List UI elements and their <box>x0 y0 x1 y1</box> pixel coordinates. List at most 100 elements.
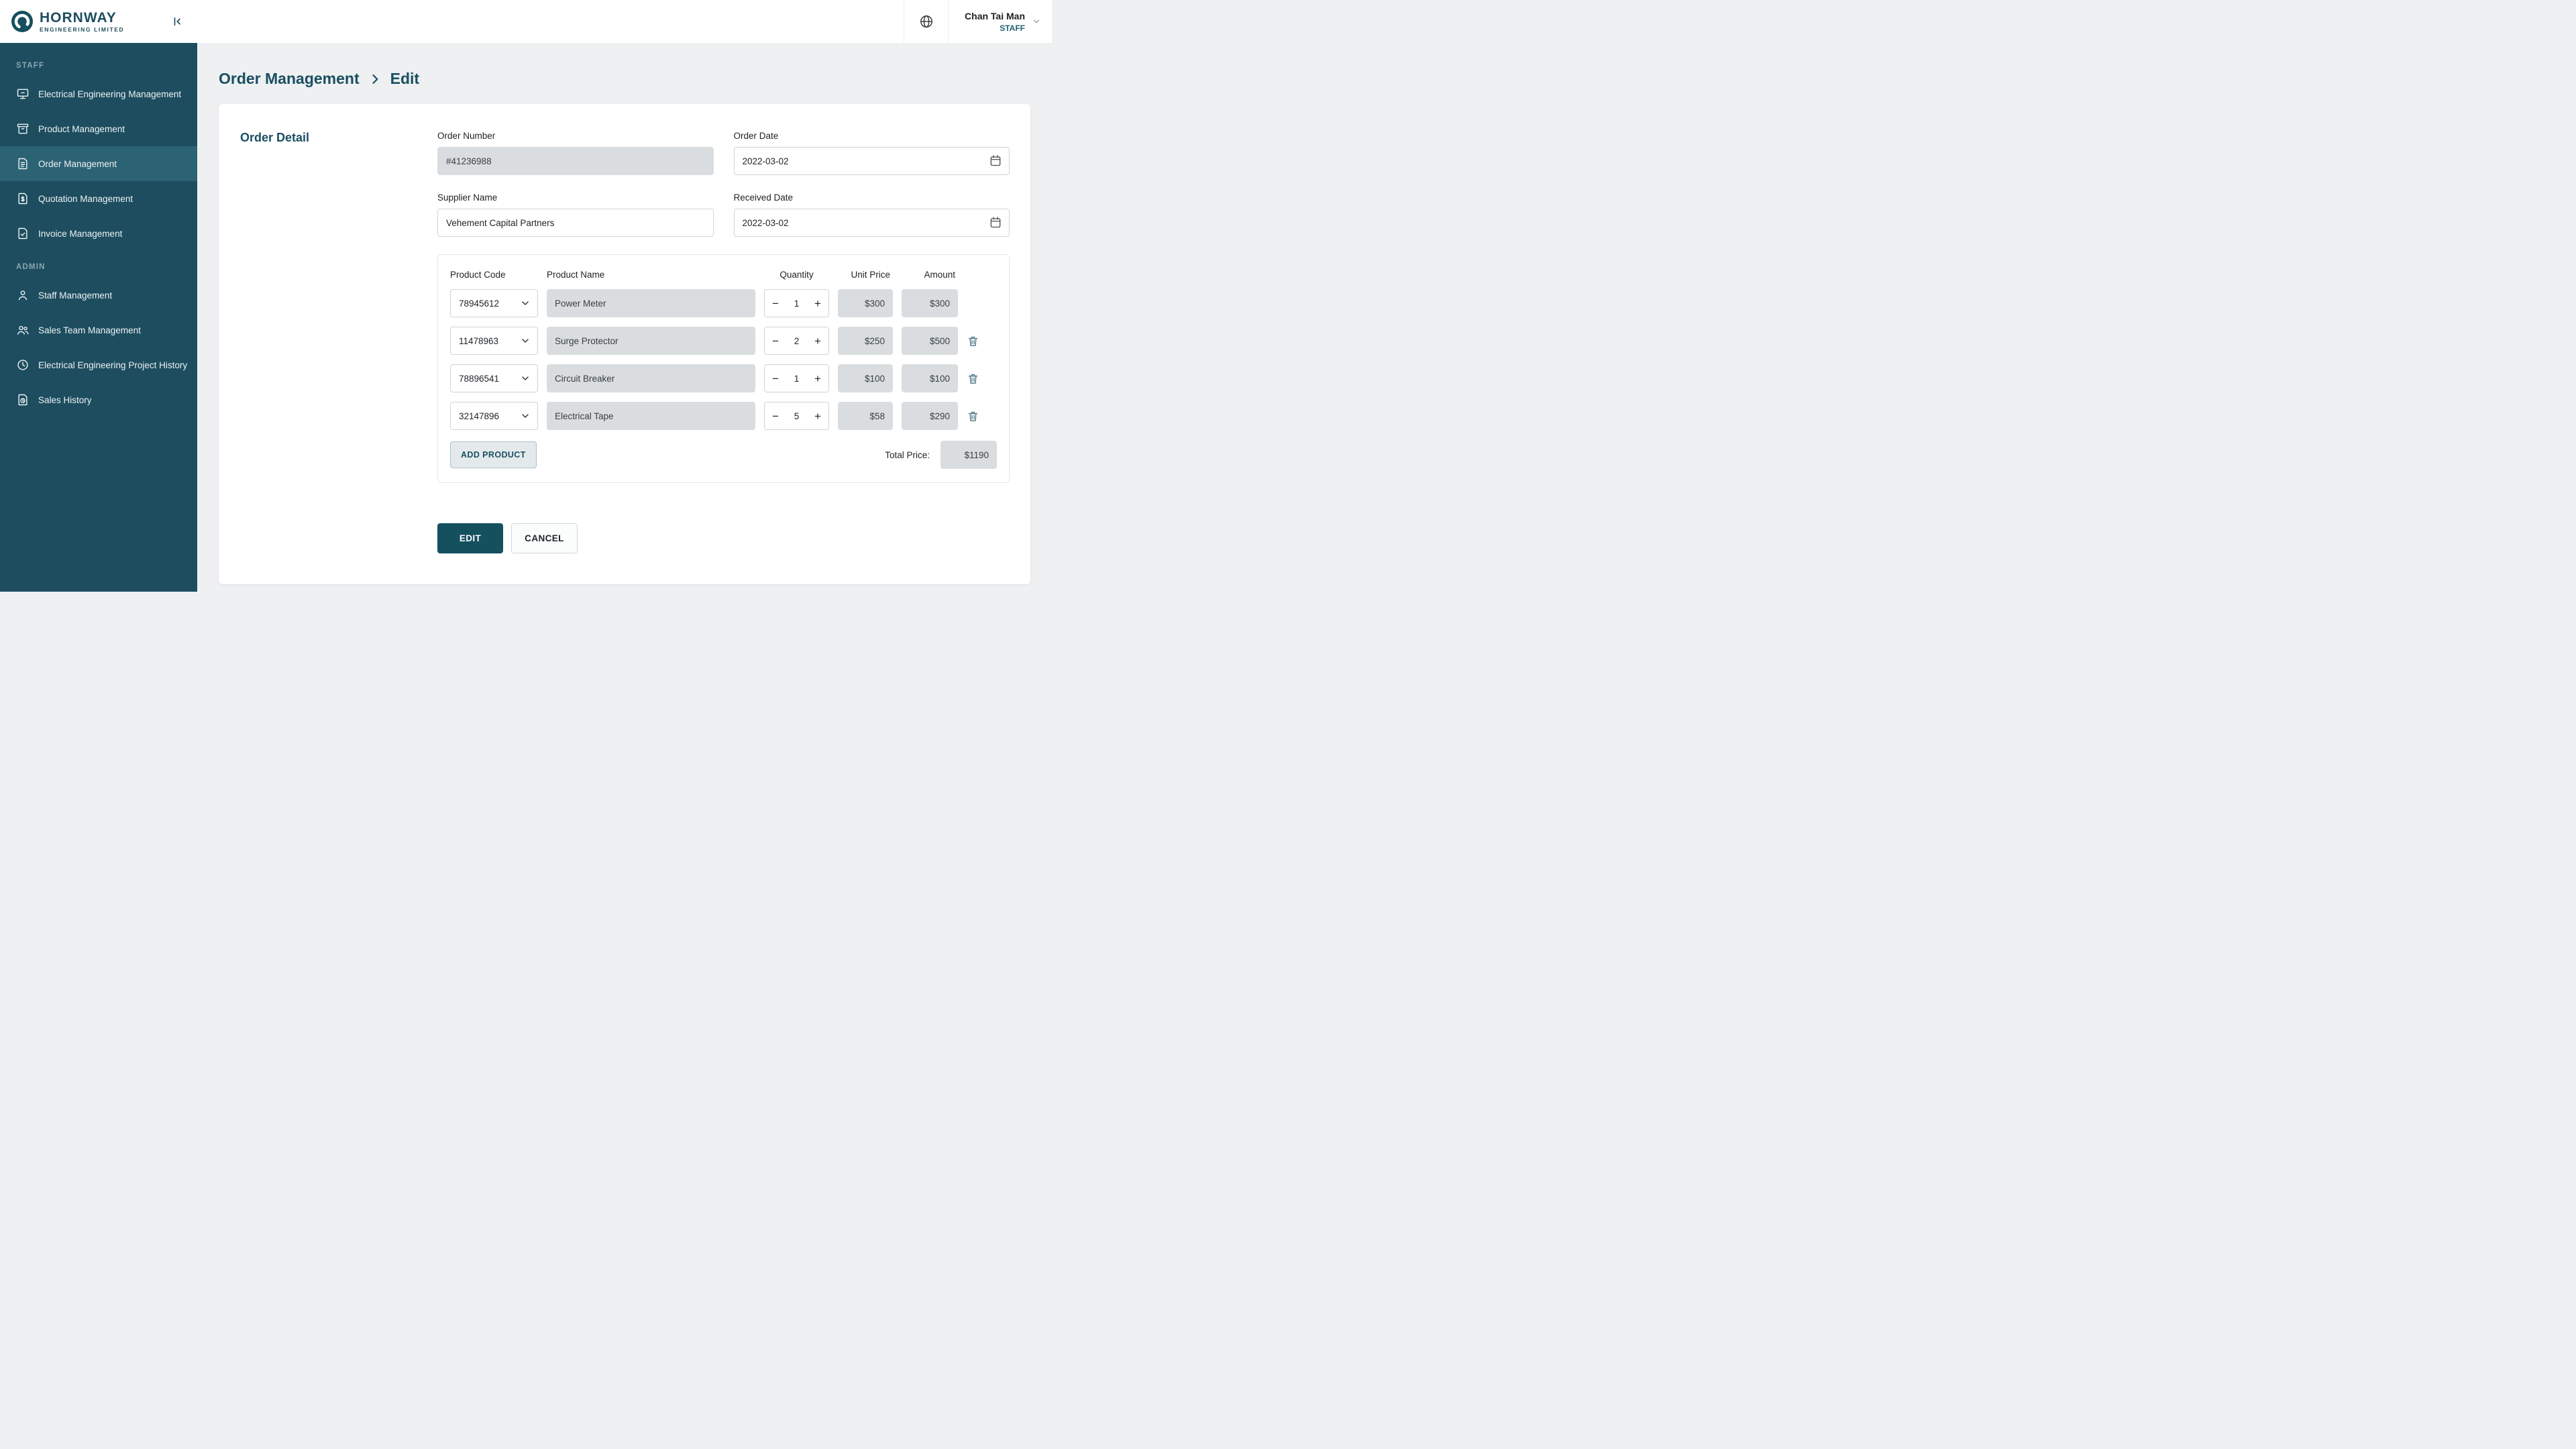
logo-area: HORNWAY ENGINEERING LIMITED <box>0 0 197 43</box>
quantity-increase-button[interactable]: + <box>814 335 821 347</box>
invoice-icon <box>16 227 30 240</box>
sidebar-item-sales-team-management[interactable]: Sales Team Management <box>0 313 197 347</box>
brand-logo: HORNWAY ENGINEERING LIMITED <box>11 10 124 33</box>
chevron-down-icon <box>520 411 531 421</box>
header-unit-price: Unit Price <box>851 270 890 280</box>
sidebar-item-electrical-engineering-project-history[interactable]: Electrical Engineering Project History <box>0 347 197 382</box>
products-header-row: Product Code Product Name Quantity Unit … <box>450 270 997 280</box>
product-name-readonly: Surge Protector <box>547 327 755 355</box>
sales-team-icon <box>16 323 30 337</box>
supplier-name-field: Supplier Name <box>437 193 714 237</box>
sidebar-section-admin: ADMIN <box>16 263 46 271</box>
delete-row-button[interactable] <box>967 335 983 347</box>
product-code-value: 78945612 <box>459 298 500 309</box>
user-role: STAFF <box>1000 23 1025 33</box>
product-row: 11478963 Surge Protector − 2 + $250 $500 <box>450 327 997 355</box>
sidebar-collapse-button[interactable] <box>170 14 185 29</box>
product-code-value: 32147896 <box>459 411 500 421</box>
sidebar-item-label: Order Management <box>38 158 117 169</box>
total-price: Total Price: $1190 <box>885 441 997 469</box>
user-menu[interactable]: Chan Tai Man STAFF <box>948 0 1052 43</box>
sidebar-item-label: Invoice Management <box>38 228 123 239</box>
quantity-increase-button[interactable]: + <box>814 411 821 422</box>
quantity-decrease-button[interactable]: − <box>772 373 779 384</box>
trash-icon <box>967 410 979 423</box>
chevron-down-icon <box>520 298 531 309</box>
products-footer: ADD PRODUCT Total Price: $1190 <box>450 441 997 469</box>
breadcrumb-chevron-icon <box>368 72 382 86</box>
amount-readonly: $300 <box>902 289 958 317</box>
globe-icon <box>919 14 934 29</box>
collapse-icon <box>172 15 184 28</box>
sidebar-item-product-management[interactable]: Product Management <box>0 111 197 146</box>
sidebar-item-quotation-management[interactable]: Quotation Management <box>0 181 197 216</box>
trash-icon <box>967 372 979 385</box>
language-button[interactable] <box>904 0 948 43</box>
sidebar-item-label: Electrical Engineering Management <box>38 89 182 99</box>
calendar-icon[interactable] <box>989 215 1002 232</box>
header-product-name: Product Name <box>547 270 605 280</box>
quantity-value: 1 <box>794 373 800 384</box>
sales-history-icon <box>16 393 30 407</box>
order-date-label: Order Date <box>733 131 779 141</box>
product-code-value: 11478963 <box>459 335 499 346</box>
unit-price-readonly: $58 <box>838 402 893 430</box>
order-fields: Order Number Order Date <box>437 131 1010 237</box>
product-icon <box>16 122 30 136</box>
supplier-name-label: Supplier Name <box>437 193 498 203</box>
user-name: Chan Tai Man <box>965 10 1025 21</box>
user-info: Chan Tai Man STAFF <box>965 11 1025 33</box>
product-code-select[interactable]: 78945612 <box>450 289 538 317</box>
quantity-value: 5 <box>794 411 800 421</box>
delete-row-button[interactable] <box>967 410 983 423</box>
edit-button[interactable]: EDIT <box>437 523 503 553</box>
delete-row-button[interactable] <box>967 372 983 385</box>
quantity-increase-button[interactable]: + <box>814 298 821 309</box>
quantity-stepper: − 5 + <box>764 402 829 430</box>
received-date-input[interactable] <box>733 209 1010 237</box>
breadcrumb-parent[interactable]: Order Management <box>219 70 360 88</box>
quantity-stepper: − 1 + <box>764 364 829 392</box>
product-code-value: 78896541 <box>459 373 500 384</box>
chevron-down-icon <box>520 335 531 346</box>
project-history-icon <box>16 358 30 372</box>
supplier-name-input[interactable] <box>437 209 714 237</box>
sidebar-item-label: Sales History <box>38 394 92 405</box>
received-date-field: Received Date <box>733 193 1010 237</box>
header-product-code: Product Code <box>450 270 506 280</box>
product-code-select[interactable]: 11478963 <box>450 327 538 355</box>
quantity-increase-button[interactable]: + <box>814 373 821 384</box>
quantity-stepper: − 1 + <box>764 289 829 317</box>
quantity-decrease-button[interactable]: − <box>772 411 779 422</box>
quantity-decrease-button[interactable]: − <box>772 335 779 347</box>
sidebar-item-order-management[interactable]: Order Management <box>0 146 197 181</box>
sidebar-item-invoice-management[interactable]: Invoice Management <box>0 216 197 251</box>
section-title-column: Order Detail <box>240 131 437 553</box>
product-code-select[interactable]: 78896541 <box>450 364 538 392</box>
quantity-stepper: − 2 + <box>764 327 829 355</box>
cancel-button[interactable]: CANCEL <box>511 523 578 553</box>
electrical-engineering-icon <box>16 87 30 101</box>
quantity-decrease-button[interactable]: − <box>772 298 779 309</box>
order-date-input[interactable] <box>733 147 1010 175</box>
main-area: Chan Tai Man STAFF Order Management Edit… <box>197 0 1052 592</box>
amount-readonly: $290 <box>902 402 958 430</box>
sidebar-item-sales-history[interactable]: Sales History <box>0 382 197 417</box>
page-content: Order Management Edit Order Detail Order… <box>197 43 1052 592</box>
order-icon <box>16 157 30 170</box>
add-product-button[interactable]: ADD PRODUCT <box>450 441 537 468</box>
product-row: 32147896 Electrical Tape − 5 + $58 $290 <box>450 402 997 430</box>
app-root: HORNWAY ENGINEERING LIMITED STAFF Electr… <box>0 0 1052 592</box>
sidebar: HORNWAY ENGINEERING LIMITED STAFF Electr… <box>0 0 197 592</box>
sidebar-item-staff-management[interactable]: Staff Management <box>0 278 197 313</box>
calendar-icon[interactable] <box>989 154 1002 170</box>
sidebar-item-electrical-engineering-management[interactable]: Electrical Engineering Management <box>0 76 197 111</box>
unit-price-readonly: $250 <box>838 327 893 355</box>
products-table: Product Code Product Name Quantity Unit … <box>437 254 1010 483</box>
product-name-readonly: Power Meter <box>547 289 755 317</box>
brand-subtitle: ENGINEERING LIMITED <box>40 25 125 33</box>
quantity-value: 1 <box>794 298 800 309</box>
product-code-select[interactable]: 32147896 <box>450 402 538 430</box>
staff-icon <box>16 288 30 302</box>
trash-icon <box>967 335 979 347</box>
